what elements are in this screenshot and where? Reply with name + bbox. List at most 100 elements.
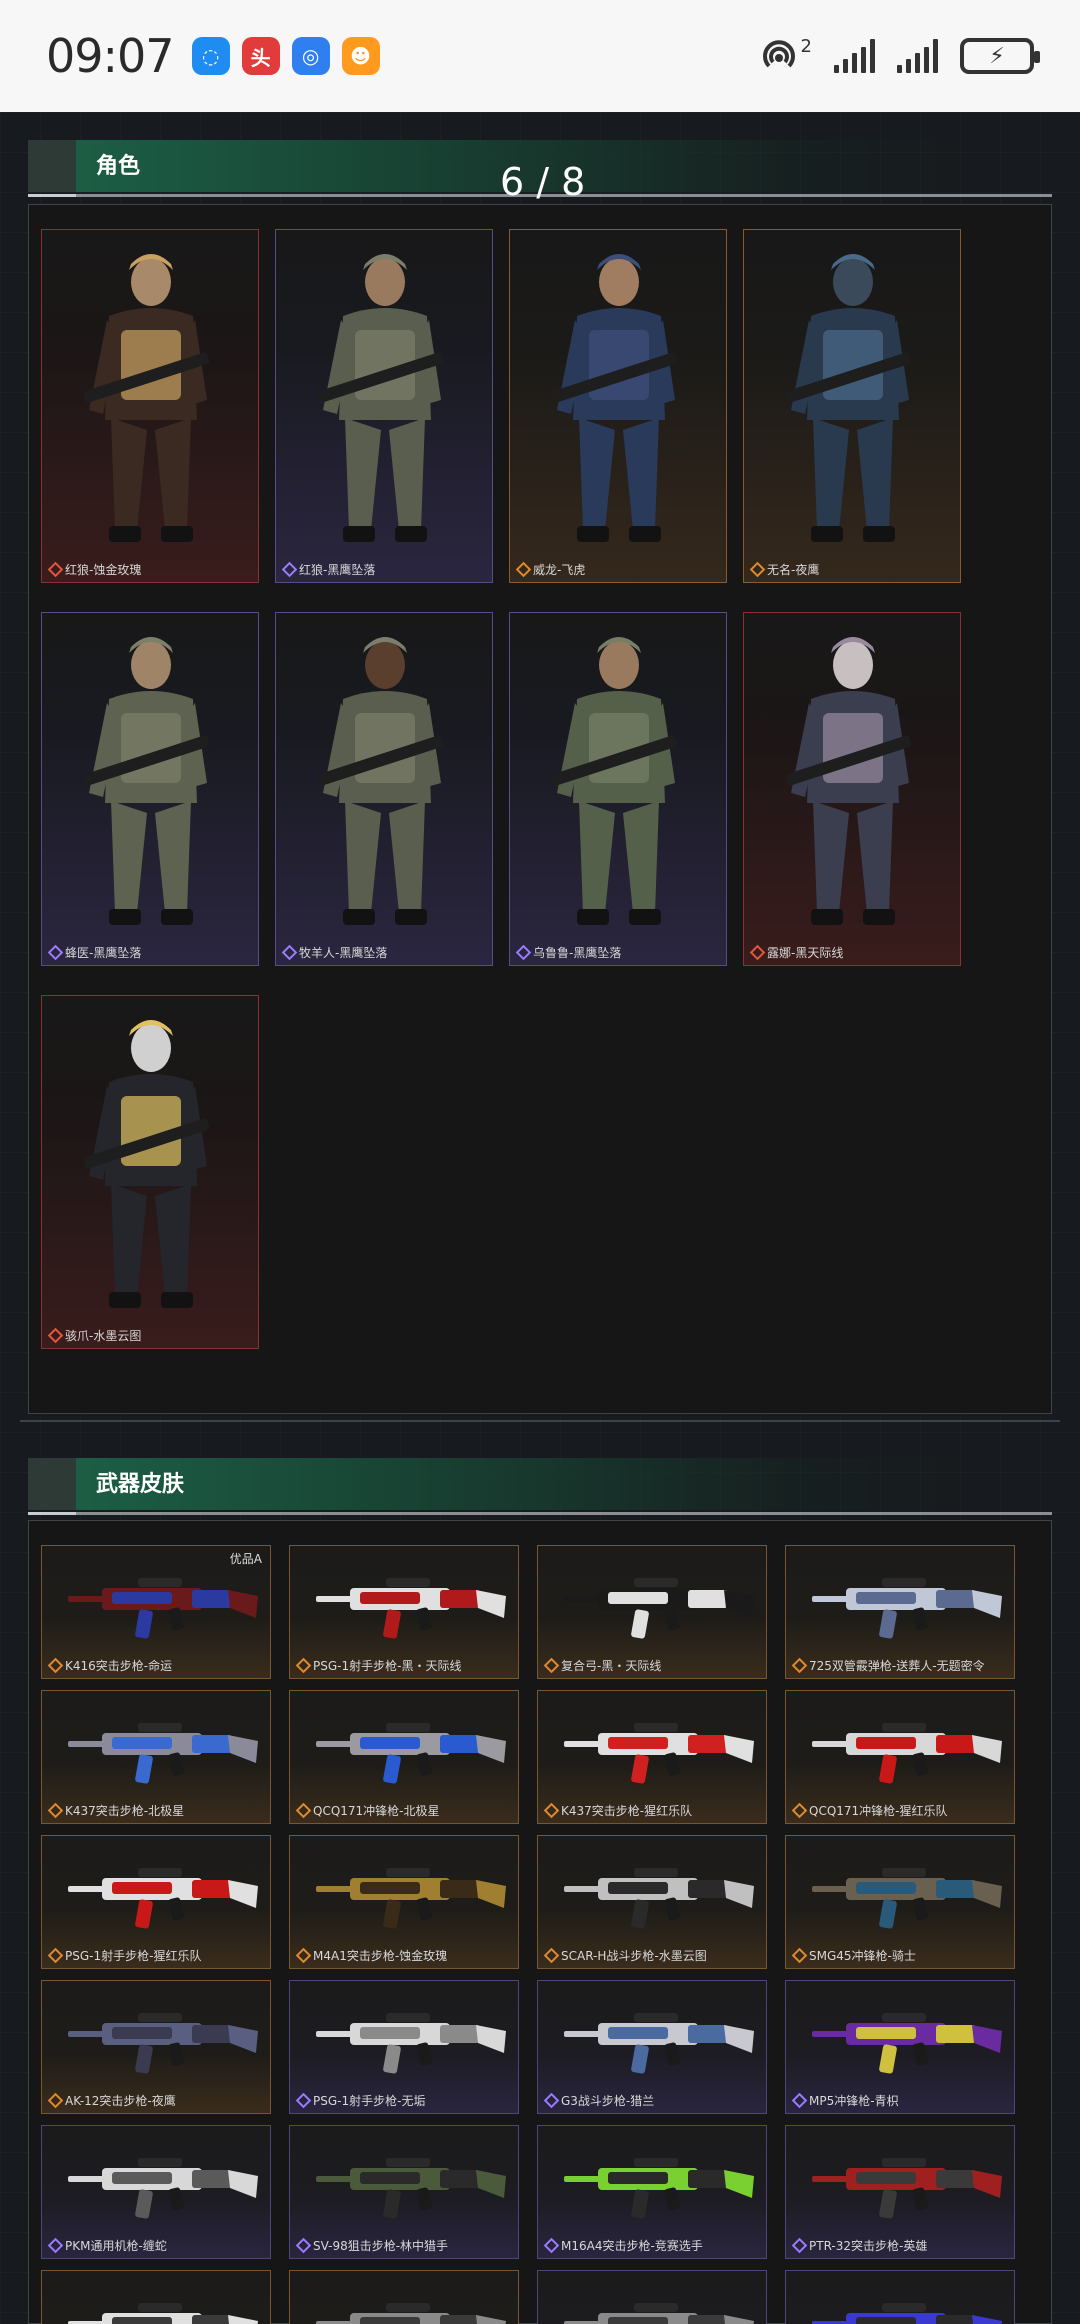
weapon-skin-card[interactable]: AK-12突击步枪-夜鹰 xyxy=(41,1980,271,2114)
quality-tag: 优品A xyxy=(229,1552,262,1566)
weapon-skin-label: SMG45冲锋枪-骑士 xyxy=(791,1947,916,1964)
weapon-skin-label: PTR-32突击步枪-英雄 xyxy=(791,2237,928,2254)
character-card[interactable]: 骇爪-水墨云图 xyxy=(41,995,259,1349)
character-figure-image xyxy=(785,637,912,925)
weapon-skin-card[interactable]: PSG-1射手步枪-猩红乐队 xyxy=(41,1835,271,1969)
weapon-image xyxy=(68,2303,258,2324)
weapon-skin-label: M16A4突击步枪-竞赛选手 xyxy=(543,2237,703,2254)
character-name: 乌鲁鲁-黑鹰坠落 xyxy=(533,946,622,960)
weapon-skin-card[interactable]: SCAR-H战斗步枪-水墨云图 xyxy=(537,1835,767,1969)
weapon-skin-card[interactable]: QCQ171冲锋枪-猩红乐队 xyxy=(785,1690,1015,1824)
weapon-skin-name: PSG-1射手步枪-黑・天际线 xyxy=(313,1659,462,1673)
weapon-skin-card[interactable]: K437突击步枪-猩红乐队 xyxy=(537,1690,767,1824)
weapon-skin-card[interactable]: SV-98狙击步枪-林中猎手 xyxy=(289,2125,519,2259)
browser-app-icon: ◎ xyxy=(291,37,330,75)
character-card[interactable]: 威龙-飞虎 xyxy=(509,229,727,583)
character-card[interactable]: 红狼-黑鹰坠落 xyxy=(275,229,493,583)
rarity-diamond-icon xyxy=(47,944,64,961)
character-card-label: 露娜-黑天际线 xyxy=(749,944,844,961)
weapon-skin-card[interactable] xyxy=(41,2270,271,2324)
character-card-label: 牧羊人-黑鹰坠落 xyxy=(281,944,388,961)
weapon-skin-name: MP5冲锋枪-青枳 xyxy=(809,2094,899,2108)
rarity-diamond-icon xyxy=(791,1947,808,1964)
rarity-diamond-icon xyxy=(47,1327,64,1344)
weapon-skin-card[interactable]: 优品A K416突击步枪-命运 xyxy=(41,1545,271,1679)
weapon-skin-card[interactable]: 复合弓-黑・天际线 xyxy=(537,1545,767,1679)
character-card[interactable]: 蜂医-黑鹰坠落 xyxy=(41,612,259,966)
signal-icon-2 xyxy=(897,39,938,73)
divider xyxy=(20,1420,1060,1422)
weapon-skin-card[interactable]: PSG-1射手步枪-无垢 xyxy=(289,1980,519,2114)
weapon-skin-card[interactable]: MP5冲锋枪-青枳 xyxy=(785,1980,1015,2114)
weapon-skin-name: PTR-32突击步枪-英雄 xyxy=(809,2239,928,2253)
page-indicator: 6 / 8 xyxy=(500,160,586,204)
weapon-skin-label: AK-12突击步枪-夜鹰 xyxy=(47,2092,176,2109)
rarity-diamond-icon xyxy=(791,1802,808,1819)
character-figure-image xyxy=(83,254,210,542)
weapon-skin-name: PKM通用机枪-缠蛇 xyxy=(65,2239,167,2253)
character-figure-image xyxy=(551,637,678,925)
weapon-skin-card[interactable]: 725双管霰弹枪-送葬人-无题密令 xyxy=(785,1545,1015,1679)
rarity-diamond-icon xyxy=(543,1947,560,1964)
rarity-diamond-icon xyxy=(543,1802,560,1819)
rarity-diamond-icon xyxy=(47,1802,64,1819)
character-card[interactable]: 乌鲁鲁-黑鹰坠落 xyxy=(509,612,727,966)
character-figure-image xyxy=(83,637,210,925)
character-card[interactable]: 无名-夜鹰 xyxy=(743,229,961,583)
weapon-skin-name: SV-98狙击步枪-林中猎手 xyxy=(313,2239,449,2253)
weapon-skin-name: SCAR-H战斗步枪-水墨云图 xyxy=(561,1949,707,1963)
weapon-skin-card[interactable]: M4A1突击步枪-蚀金玫瑰 xyxy=(289,1835,519,1969)
character-card[interactable]: 红狼-蚀金玫瑰 xyxy=(41,229,259,583)
rarity-diamond-icon xyxy=(47,1657,64,1674)
character-figure-image xyxy=(317,637,444,925)
rarity-diamond-icon xyxy=(543,2092,560,2109)
character-card[interactable]: 露娜-黑天际线 xyxy=(743,612,961,966)
rarity-diamond-icon xyxy=(295,1947,312,1964)
character-name: 蜂医-黑鹰坠落 xyxy=(65,946,142,960)
weapon-skin-label: PSG-1射手步枪-无垢 xyxy=(295,2092,426,2109)
character-name: 露娜-黑天际线 xyxy=(767,946,844,960)
weapon-skin-card[interactable]: PKM通用机枪-缠蛇 xyxy=(41,2125,271,2259)
status-bar: 09:07 ◌ 头 ◎ ☻ 2 ⚡ xyxy=(0,0,1080,112)
character-card-label: 蜂医-黑鹰坠落 xyxy=(47,944,142,961)
characters-section-title: 角色 xyxy=(96,154,141,179)
weapon-skin-card[interactable]: QCQ171冲锋枪-北极星 xyxy=(289,1690,519,1824)
weapon-image xyxy=(812,2303,1002,2324)
weapon-skin-card[interactable]: G3战斗步枪-猎兰 xyxy=(537,1980,767,2114)
weapon-skin-name: K437突击步枪-猩红乐队 xyxy=(561,1804,693,1818)
hotspot-badge: 2 xyxy=(800,36,812,57)
weapon-skin-label: QCQ171冲锋枪-猩红乐队 xyxy=(791,1802,948,1819)
weapon-skin-name: 复合弓-黑・天际线 xyxy=(561,1659,662,1673)
weapons-section-title: 武器皮肤 xyxy=(96,1472,185,1497)
rarity-diamond-icon xyxy=(515,944,532,961)
rarity-diamond-icon xyxy=(791,2237,808,2254)
rarity-diamond-icon xyxy=(47,2237,64,2254)
weapon-skin-card[interactable] xyxy=(785,2270,1015,2324)
character-name: 骇爪-水墨云图 xyxy=(65,1329,142,1343)
game-app-icon: ☻ xyxy=(341,37,380,75)
weapon-skin-card[interactable]: PTR-32突击步枪-英雄 xyxy=(785,2125,1015,2259)
news-app-icon: 头 xyxy=(241,37,280,75)
weapon-skin-card[interactable]: K437突击步枪-北极星 xyxy=(41,1690,271,1824)
character-card[interactable]: 牧羊人-黑鹰坠落 xyxy=(275,612,493,966)
weapon-skin-name: 725双管霰弹枪-送葬人-无题密令 xyxy=(809,1659,985,1673)
weapon-skin-card[interactable]: PSG-1射手步枪-黑・天际线 xyxy=(289,1545,519,1679)
rarity-diamond-icon xyxy=(749,944,766,961)
character-name: 牧羊人-黑鹰坠落 xyxy=(299,946,388,960)
weapon-skin-card[interactable]: M16A4突击步枪-竞赛选手 xyxy=(537,2125,767,2259)
weapon-skin-name: M16A4突击步枪-竞赛选手 xyxy=(561,2239,703,2253)
rarity-diamond-icon xyxy=(281,944,298,961)
weapon-skin-card[interactable]: SMG45冲锋枪-骑士 xyxy=(785,1835,1015,1969)
rarity-diamond-icon xyxy=(515,561,532,578)
weapon-skin-label: PKM通用机枪-缠蛇 xyxy=(47,2237,167,2254)
weapon-skin-card[interactable] xyxy=(289,2270,519,2324)
weapon-skin-label: G3战斗步枪-猎兰 xyxy=(543,2092,654,2109)
weapon-skin-label: SV-98狙击步枪-林中猎手 xyxy=(295,2237,449,2254)
character-figure-image xyxy=(83,1020,210,1308)
status-time: 09:07 xyxy=(46,29,175,83)
weapon-skin-name: K416突击步枪-命运 xyxy=(65,1659,173,1673)
weapon-skin-label: M4A1突击步枪-蚀金玫瑰 xyxy=(295,1947,447,1964)
weapon-skin-name: PSG-1射手步枪-无垢 xyxy=(313,2094,426,2108)
weapon-skin-card[interactable] xyxy=(537,2270,767,2324)
weapon-skin-label: SCAR-H战斗步枪-水墨云图 xyxy=(543,1947,707,1964)
